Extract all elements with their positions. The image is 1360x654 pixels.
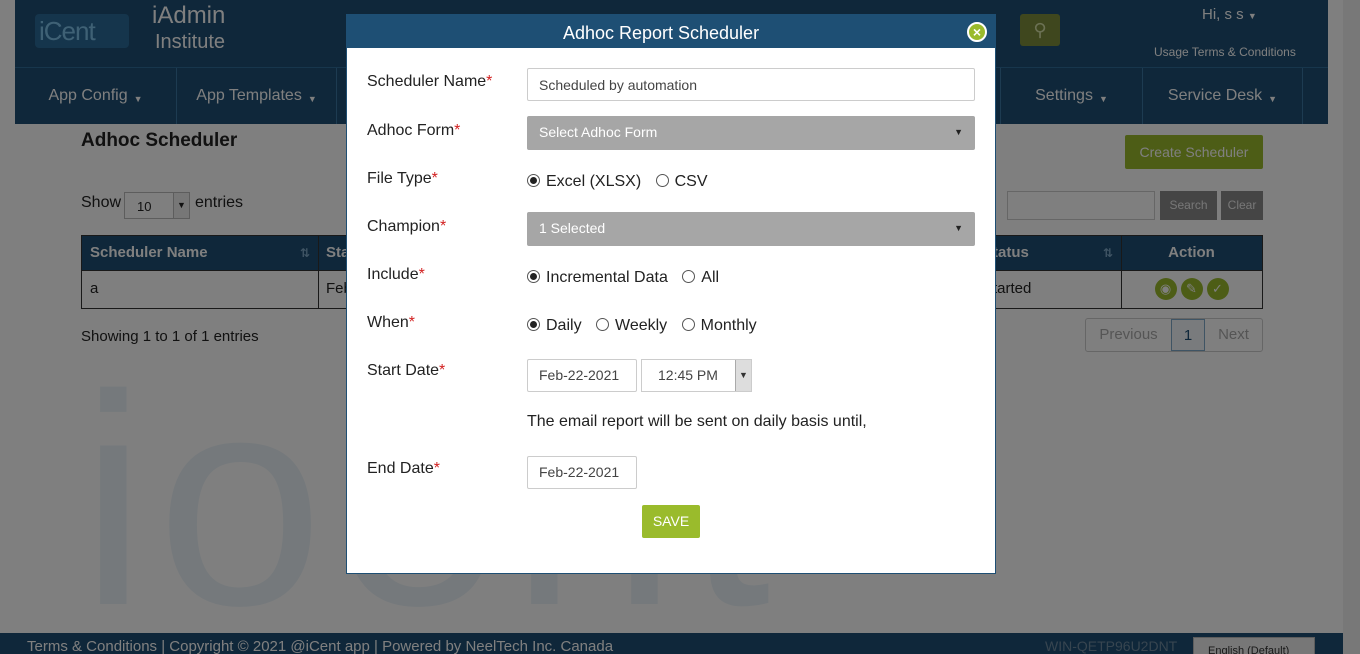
save-button[interactable]: SAVE [642, 505, 700, 538]
close-icon[interactable]: × [967, 22, 987, 42]
option-label: Monthly [700, 317, 757, 334]
file-type-radio-group: Excel (XLSX) CSV [527, 173, 718, 191]
required-marker: * [439, 218, 447, 235]
label-text: Adhoc Form [367, 122, 455, 139]
time-value: 12:45 PM [658, 367, 718, 383]
label-text: File Type [367, 170, 432, 187]
file-type-label: File Type* [367, 170, 438, 188]
label-text: When [367, 314, 409, 331]
label-text: Scheduler Name [367, 73, 487, 90]
dropdown-value: 1 Selected [539, 220, 606, 236]
start-date-label: Start Date* [367, 362, 445, 380]
required-marker: * [418, 266, 425, 283]
radio-csv[interactable]: CSV [655, 173, 708, 191]
required-marker: * [431, 170, 438, 187]
option-label: Daily [546, 317, 582, 334]
chevron-down-icon: ▼ [735, 360, 751, 391]
caret-down-icon: ▼ [954, 223, 963, 233]
radio-button-checked[interactable] [527, 174, 540, 187]
option-label: Incremental Data [546, 269, 668, 286]
when-label: When* [367, 314, 415, 332]
champion-dropdown[interactable]: 1 Selected ▼ [527, 212, 975, 246]
champion-label: Champion* [367, 218, 446, 236]
option-label: All [701, 269, 720, 286]
adhoc-form-label: Adhoc Form* [367, 122, 460, 140]
scheduler-name-input[interactable]: Scheduled by automation [527, 68, 975, 101]
option-label: Excel (XLSX) [546, 173, 642, 190]
radio-button[interactable] [655, 174, 669, 187]
required-marker: * [439, 362, 446, 379]
include-label: Include* [367, 266, 425, 284]
radio-button[interactable] [681, 318, 695, 331]
option-label: Weekly [615, 317, 668, 334]
caret-down-icon: ▼ [954, 127, 963, 137]
adhoc-form-dropdown[interactable]: Select Adhoc Form ▼ [527, 116, 975, 150]
radio-button[interactable] [596, 318, 610, 331]
scheduler-name-label: Scheduler Name* [367, 73, 492, 91]
label-text: Include [367, 266, 419, 283]
radio-button-checked[interactable] [527, 318, 540, 331]
radio-button-checked[interactable] [527, 270, 540, 283]
label-text: Start Date [367, 362, 440, 379]
schedule-info-text: The email report will be sent on daily b… [527, 413, 867, 430]
option-label: CSV [674, 173, 708, 190]
label-text: End Date [367, 460, 434, 477]
dialog-header: Adhoc Report Scheduler × [347, 15, 995, 48]
label-text: Champion [367, 218, 440, 235]
end-date-label: End Date* [367, 460, 440, 478]
dropdown-value: Select Adhoc Form [539, 124, 658, 140]
radio-incremental-data[interactable]: Incremental Data [527, 269, 668, 287]
start-time-select[interactable]: 12:45 PM ▼ [641, 359, 752, 392]
required-marker: * [408, 314, 416, 331]
radio-monthly[interactable]: Monthly [681, 317, 757, 335]
end-date-input[interactable]: Feb-22-2021 [527, 456, 637, 489]
required-marker: * [433, 460, 440, 477]
required-marker: * [454, 122, 461, 139]
dialog-title: Adhoc Report Scheduler [562, 23, 760, 43]
include-radio-group: Incremental Data All [527, 269, 729, 287]
radio-daily[interactable]: Daily [527, 317, 582, 335]
required-marker: * [486, 73, 493, 90]
when-radio-group: Daily Weekly Monthly [527, 317, 767, 335]
radio-weekly[interactable]: Weekly [596, 317, 667, 335]
radio-all[interactable]: All [682, 269, 719, 287]
adhoc-report-scheduler-dialog: Adhoc Report Scheduler × Scheduler Name*… [346, 14, 996, 574]
radio-excel[interactable]: Excel (XLSX) [527, 173, 641, 191]
radio-button[interactable] [682, 270, 696, 283]
start-date-input[interactable]: Feb-22-2021 [527, 359, 637, 392]
